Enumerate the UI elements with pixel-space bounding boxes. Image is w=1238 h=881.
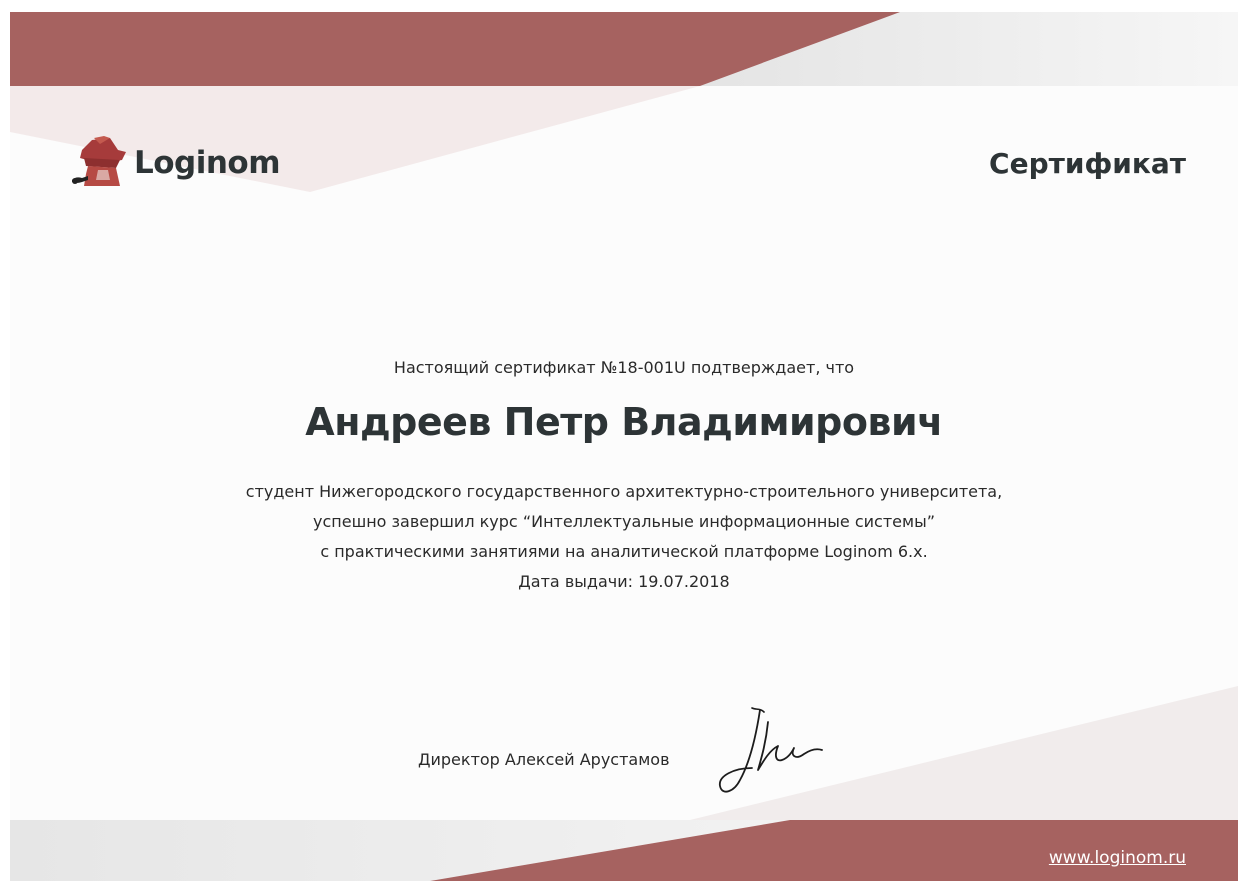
issue-date: Дата выдачи: 19.07.2018 bbox=[518, 572, 730, 591]
detective-hat-icon bbox=[72, 136, 126, 186]
logo: Loginom bbox=[70, 136, 281, 190]
certificate-intro: Настоящий сертификат №18-001U подтвержда… bbox=[393, 358, 855, 377]
director-label: Директор Алексей Арустамов bbox=[418, 750, 670, 769]
body-line-institution: студент Нижегородского государственного … bbox=[245, 482, 1003, 501]
recipient-name: Андреев Петр Владимирович bbox=[305, 400, 943, 444]
logo-text: Loginom bbox=[134, 145, 281, 181]
body-line-platform: с практическими занятиями на аналитическ… bbox=[320, 542, 928, 561]
website-link[interactable]: www.loginom.ru bbox=[1049, 848, 1186, 868]
certificate-title: Сертификат bbox=[989, 147, 1186, 180]
certificate-body: студент Нижегородского государственного … bbox=[10, 477, 1238, 597]
certificate-page: Loginom Сертификат Настоящий сертификат … bbox=[10, 12, 1238, 881]
signature-icon bbox=[719, 707, 823, 793]
body-line-course: успешно завершил курс “Интеллектуальные … bbox=[313, 512, 935, 531]
